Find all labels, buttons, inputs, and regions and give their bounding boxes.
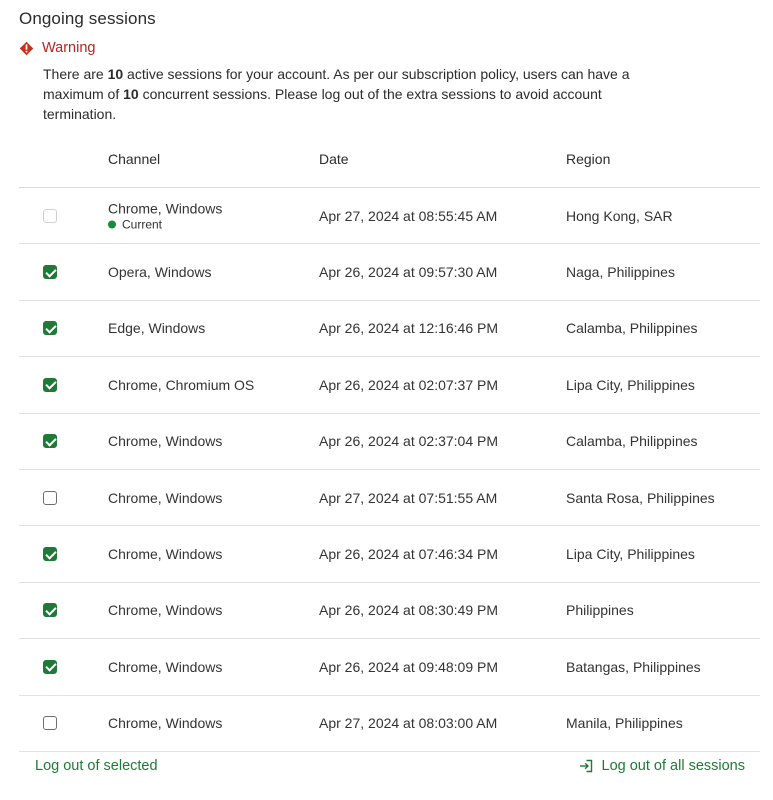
status-dot-icon (108, 220, 116, 229)
table-body: Chrome, Windows Current Apr 27, 2024 at 08… (19, 188, 760, 752)
region-cell: Hong Kong, SAR (566, 207, 673, 224)
session-select-checkbox[interactable] (43, 547, 57, 562)
region-cell: Manila, Philippines (566, 715, 683, 732)
logout-all-sessions-button[interactable]: Log out of all sessions (579, 758, 745, 774)
table-row: Chrome, Windows Apr 27, 2024 at 08:03:00 … (19, 696, 760, 752)
warning-message: There are 10 active sessions for your ac… (43, 64, 663, 124)
sessions-table: Channel Date Region Chrome, Windows Curre… (19, 137, 760, 752)
region-cell: Calamba, Philippines (566, 320, 698, 337)
channel-text: Chrome, Windows (108, 546, 223, 563)
ongoing-sessions-panel: Ongoing sessions Warning There are 10 ac… (0, 0, 773, 800)
row-select-cell (43, 490, 57, 505)
active-sessions-count: 10 (107, 66, 124, 82)
region-cell: Batangas, Philippines (566, 658, 701, 675)
logout-selected-button[interactable]: Log out of selected (35, 758, 158, 774)
date-cell: Apr 26, 2024 at 09:57:30 AM (319, 264, 498, 281)
row-select-cell (43, 603, 57, 618)
channel-text: Chrome, Windows (108, 433, 223, 450)
channel-text: Opera, Windows (108, 264, 212, 281)
region-cell: Lipa City, Philippines (566, 546, 695, 563)
table-row: Chrome, Windows Apr 26, 2024 at 09:48:09 … (19, 639, 760, 696)
session-select-checkbox[interactable] (43, 490, 57, 505)
table-row: Opera, Windows Apr 26, 2024 at 09:57:30 A… (19, 244, 760, 301)
channel-text: Chrome, Windows (108, 602, 223, 619)
table-row: Chrome, Windows Apr 27, 2024 at 07:51:55 … (19, 470, 760, 527)
date-cell: Apr 26, 2024 at 02:07:37 PM (319, 376, 499, 393)
date-cell: Apr 26, 2024 at 07:46:34 PM (319, 546, 499, 563)
session-select-checkbox[interactable] (43, 716, 57, 731)
warning-diamond-icon (19, 41, 34, 55)
region-cell: Calamba, Philippines (566, 433, 698, 450)
channel-text: Chrome, Windows (108, 658, 223, 675)
row-select-cell (43, 265, 57, 280)
current-label: Current (122, 217, 163, 232)
channel-text: Chrome, Windows (108, 200, 223, 217)
channel-cell: Chrome, Windows Current (108, 200, 222, 231)
channel-text: Chrome, Chromium OS (108, 376, 255, 393)
channel-cell: Chrome, Chromium OS (108, 377, 254, 393)
session-select-checkbox[interactable] (43, 603, 57, 618)
row-select-cell (43, 434, 57, 449)
column-header-channel: Channel (108, 151, 161, 167)
footer-actions: Log out of selected Log out of all sessi… (0, 758, 773, 778)
row-select-cell (43, 321, 57, 336)
table-row: Chrome, Windows Apr 26, 2024 at 07:46:34 … (19, 526, 760, 583)
row-select-cell (43, 659, 57, 674)
region-cell: Philippines (566, 602, 634, 619)
warning-title: Warning (42, 40, 96, 56)
row-select-cell (43, 547, 57, 562)
row-select-cell (43, 208, 57, 223)
row-select-cell (43, 377, 57, 392)
region-cell: Naga, Philippines (566, 264, 675, 281)
channel-cell: Edge, Windows (108, 320, 205, 336)
date-cell: Apr 27, 2024 at 08:03:00 AM (319, 715, 498, 732)
session-select-checkbox (43, 208, 57, 223)
column-header-date: Date (319, 151, 349, 167)
channel-cell: Chrome, Windows (108, 715, 222, 731)
logout-all-label: Log out of all sessions (601, 758, 745, 774)
channel-cell: Chrome, Windows (108, 433, 222, 449)
table-row: Chrome, Windows Current Apr 27, 2024 at 08… (19, 188, 760, 245)
session-select-checkbox[interactable] (43, 434, 57, 449)
session-select-checkbox[interactable] (43, 321, 57, 336)
table-row: Edge, Windows Apr 26, 2024 at 12:16:46 PM… (19, 301, 760, 358)
date-cell: Apr 26, 2024 at 02:37:04 PM (319, 433, 499, 450)
channel-cell: Chrome, Windows (108, 602, 222, 618)
channel-text: Edge, Windows (108, 320, 206, 337)
logout-arrow-icon (579, 759, 592, 773)
channel-text: Chrome, Windows (108, 489, 223, 506)
date-cell: Apr 27, 2024 at 08:55:45 AM (319, 207, 498, 224)
current-session-badge: Current (108, 217, 222, 231)
table-row: Chrome, Windows Apr 26, 2024 at 02:37:04 … (19, 414, 760, 470)
channel-cell: Chrome, Windows (108, 659, 222, 675)
session-select-checkbox[interactable] (43, 265, 57, 280)
row-select-cell (43, 716, 57, 731)
warning-header: Warning (19, 40, 95, 56)
session-select-checkbox[interactable] (43, 377, 57, 392)
date-cell: Apr 27, 2024 at 07:51:55 AM (319, 489, 498, 506)
max-sessions-count: 10 (123, 86, 139, 102)
region-cell: Santa Rosa, Philippines (566, 489, 715, 506)
channel-text: Chrome, Windows (108, 715, 223, 732)
date-cell: Apr 26, 2024 at 09:48:09 PM (319, 658, 499, 675)
date-cell: Apr 26, 2024 at 12:16:46 PM (319, 320, 499, 337)
page-title: Ongoing sessions (19, 9, 156, 28)
table-header: Channel Date Region (19, 137, 760, 188)
region-cell: Lipa City, Philippines (566, 376, 695, 393)
channel-cell: Opera, Windows (108, 264, 211, 280)
warning-text-1: There are (43, 66, 108, 82)
channel-cell: Chrome, Windows (108, 546, 222, 562)
table-row: Chrome, Windows Apr 26, 2024 at 08:30:49 … (19, 583, 760, 640)
column-header-region: Region (566, 151, 611, 167)
channel-cell: Chrome, Windows (108, 490, 222, 506)
session-select-checkbox[interactable] (43, 659, 57, 674)
date-cell: Apr 26, 2024 at 08:30:49 PM (319, 602, 499, 619)
table-row: Chrome, Chromium OS Apr 26, 2024 at 02:07… (19, 357, 760, 414)
